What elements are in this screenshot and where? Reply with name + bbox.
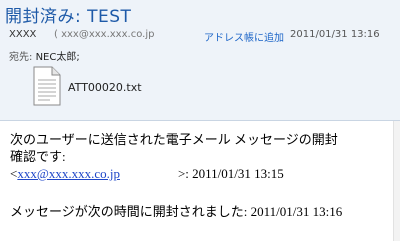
message-header: 開封済み: TEST XXXX ( xxx@xxx.xxx.co.jp アドレス… (0, 0, 400, 121)
recipient-name[interactable]: NEC太郎; (36, 52, 80, 63)
text-file-icon (33, 66, 61, 106)
sent-timestamp: >: 2011/01/31 13:15 (177, 166, 284, 181)
sender-email: ( xxx@xxx.xxx.co.jp (54, 29, 155, 40)
attachment-filename: ATT00020.txt (68, 81, 142, 94)
sender-name[interactable]: XXXX (9, 29, 36, 40)
body-line-3: <xxx@xxx.xxx.co.jp >: 2011/01/31 13:15 (10, 165, 284, 182)
attachment-item[interactable]: ATT00020.txt (32, 66, 162, 116)
sender-row: XXXX ( xxx@xxx.xxx.co.jp アドレス帳に追加 2011/0… (9, 28, 397, 44)
add-to-contacts-link[interactable]: アドレス帳に追加 (204, 29, 284, 44)
sent-date: 2011/01/31 13:16 (290, 29, 380, 40)
body-line-2: 確認です: (10, 149, 66, 164)
body-line-1: 次のユーザーに送信された電子メール メッセージの開封 (10, 132, 338, 147)
to-label: 宛先: (9, 52, 33, 63)
message-subject: 開封済み: TEST (5, 7, 132, 27)
sender-email-link[interactable]: xxx@xxx.xxx.co.jp (17, 166, 120, 181)
header-divider (0, 120, 400, 121)
vertical-scrollbar[interactable] (393, 121, 400, 241)
recipient-row: 宛先: NEC太郎; (9, 48, 80, 63)
body-line-4: メッセージが次の時間に開封されました: 2011/01/31 13:16 (10, 204, 343, 219)
